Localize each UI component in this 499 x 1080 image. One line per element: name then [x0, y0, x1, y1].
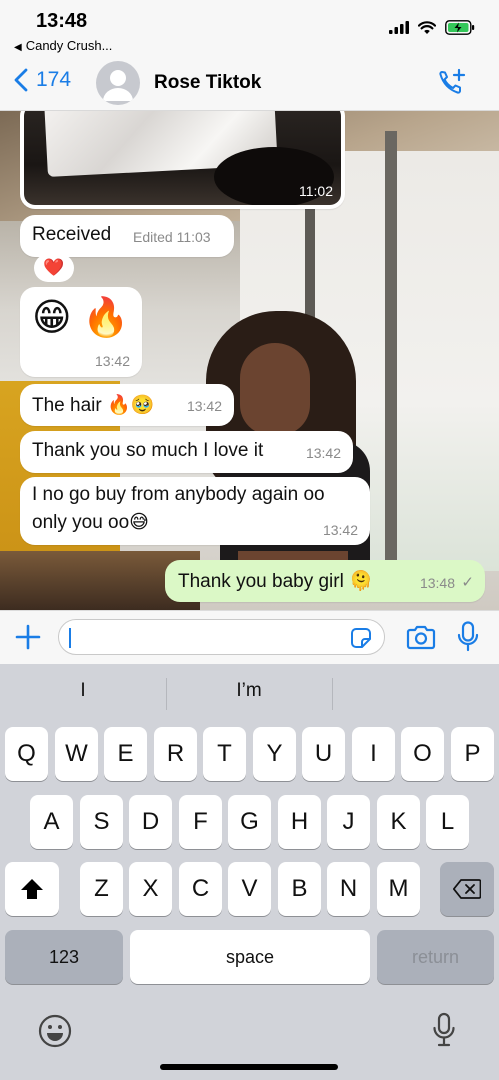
- back-app-label: Candy Crush...: [25, 38, 113, 53]
- key-p[interactable]: P: [451, 727, 494, 781]
- key-u[interactable]: U: [302, 727, 345, 781]
- battery-charging-icon: [445, 20, 475, 35]
- suggestion-1[interactable]: I: [0, 680, 166, 702]
- message-time: 11:02: [299, 183, 333, 199]
- message-time: 13:42: [305, 445, 341, 461]
- chat-header: 174 Rose Tiktok: [0, 56, 499, 111]
- key-j[interactable]: J: [327, 795, 370, 849]
- wifi-icon: [418, 20, 436, 34]
- key-c[interactable]: C: [179, 862, 222, 916]
- message-text: Received: [32, 224, 112, 245]
- sent-check-icon: ✓: [461, 574, 474, 591]
- message-photo[interactable]: 11:02: [24, 111, 341, 205]
- key-t[interactable]: T: [203, 727, 246, 781]
- status-bar: 13:48 ◀ Candy Crush...: [0, 0, 499, 60]
- attach-button[interactable]: [14, 623, 42, 656]
- back-button[interactable]: 174: [14, 68, 71, 92]
- person-silhouette-icon: [103, 70, 133, 101]
- contact-name[interactable]: Rose Tiktok: [154, 72, 261, 94]
- key-h[interactable]: H: [278, 795, 321, 849]
- numbers-key[interactable]: 123: [5, 930, 123, 984]
- heart-reaction[interactable]: ❤️: [34, 254, 74, 282]
- shift-key[interactable]: [5, 862, 59, 916]
- key-n[interactable]: N: [327, 862, 370, 916]
- sticker-button[interactable]: [350, 627, 372, 654]
- key-e[interactable]: E: [104, 727, 147, 781]
- message-time: 13:42: [186, 398, 222, 414]
- outgoing-message-bubble[interactable]: Thank you baby girl 🫠 13:48 ✓: [165, 560, 485, 602]
- message-bubble[interactable]: 😁 🔥 13:42: [20, 287, 142, 377]
- key-m[interactable]: M: [377, 862, 420, 916]
- status-icons: [389, 20, 475, 35]
- keyboard: I I’m Q W E R T Y U I O P A S D F G H J …: [0, 664, 499, 1080]
- key-g[interactable]: G: [228, 795, 271, 849]
- voice-note-button[interactable]: [457, 621, 479, 658]
- key-w[interactable]: W: [55, 727, 98, 781]
- key-q[interactable]: Q: [5, 727, 48, 781]
- message-bubble[interactable]: Received Edited 11:03: [20, 215, 234, 257]
- message-text-line-2: only you oo😅: [32, 512, 149, 533]
- message-text: The hair 🔥🥹: [32, 395, 155, 416]
- key-f[interactable]: F: [179, 795, 222, 849]
- message-time: 13:42: [322, 522, 358, 538]
- key-o[interactable]: O: [401, 727, 444, 781]
- emoji-keyboard-icon[interactable]: [38, 1014, 72, 1053]
- key-d[interactable]: D: [129, 795, 172, 849]
- message-bubble[interactable]: Thank you so much I love it 13:42: [20, 431, 353, 473]
- key-s[interactable]: S: [80, 795, 123, 849]
- photo-message[interactable]: 11:02: [20, 111, 345, 209]
- message-bubble[interactable]: I no go buy from anybody again oo only y…: [20, 477, 370, 545]
- suggestion-divider: [332, 678, 333, 710]
- suggestion-2[interactable]: I’m: [166, 680, 332, 702]
- message-text: Thank you baby girl 🫠: [178, 571, 373, 592]
- key-l[interactable]: L: [426, 795, 469, 849]
- home-indicator[interactable]: [160, 1064, 338, 1070]
- status-time: 13:48: [36, 10, 88, 32]
- sticker-icon: [351, 628, 371, 648]
- wallpaper-person-face: [240, 343, 310, 435]
- key-b[interactable]: B: [278, 862, 321, 916]
- key-i[interactable]: I: [352, 727, 395, 781]
- chevron-left-icon: [14, 68, 28, 92]
- key-x[interactable]: X: [129, 862, 172, 916]
- key-k[interactable]: K: [377, 795, 420, 849]
- delete-key[interactable]: [440, 862, 494, 916]
- back-to-app-link[interactable]: ◀ Candy Crush...: [14, 38, 112, 53]
- key-v[interactable]: V: [228, 862, 271, 916]
- add-call-icon[interactable]: [437, 68, 467, 103]
- message-emoji: 😁 🔥: [32, 297, 130, 339]
- unread-count: 174: [36, 68, 72, 91]
- message-text-line-1: I no go buy from anybody again oo: [32, 484, 325, 505]
- space-key[interactable]: space: [130, 930, 370, 984]
- key-y[interactable]: Y: [253, 727, 296, 781]
- backspace-icon: [453, 879, 481, 899]
- key-r[interactable]: R: [154, 727, 197, 781]
- key-z[interactable]: Z: [80, 862, 123, 916]
- message-input[interactable]: [58, 619, 385, 655]
- message-bubble[interactable]: The hair 🔥🥹 13:42: [20, 384, 234, 426]
- plus-icon: [15, 624, 41, 650]
- wallpaper-window-frame: [385, 131, 397, 571]
- back-triangle-icon: ◀: [14, 42, 22, 53]
- text-caret: [69, 628, 71, 648]
- message-time: 13:42: [94, 353, 130, 369]
- chat-area[interactable]: 11:02 Received Edited 11:03 ❤️ 😁 🔥 13:42…: [0, 111, 499, 610]
- reaction-emoji: ❤️: [43, 258, 65, 277]
- contact-avatar[interactable]: [96, 61, 140, 105]
- message-text: Thank you so much I love it: [32, 440, 264, 461]
- shift-arrow-icon: [21, 879, 43, 899]
- edited-label: Edited 11:03: [133, 229, 211, 245]
- return-key[interactable]: return: [377, 930, 494, 984]
- quicktype-bar: I I’m: [0, 664, 499, 724]
- camera-button[interactable]: [406, 624, 436, 655]
- message-time: 13:48: [419, 575, 455, 591]
- key-a[interactable]: A: [30, 795, 73, 849]
- dictation-mic-icon[interactable]: [432, 1012, 456, 1053]
- message-composer: [0, 610, 499, 664]
- microphone-icon: [457, 621, 479, 652]
- camera-icon: [406, 625, 436, 650]
- signal-icon: [389, 21, 409, 34]
